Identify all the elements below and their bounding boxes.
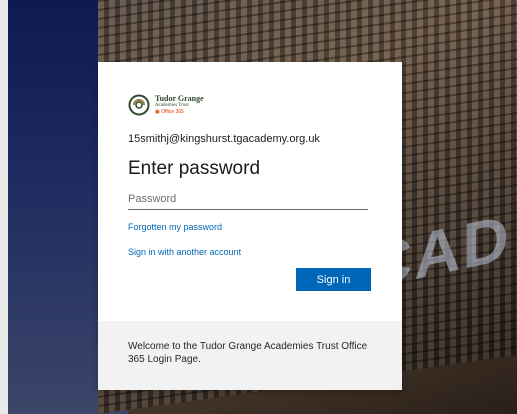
- logo-product-label: Office 365: [161, 108, 184, 115]
- page-title: Enter password: [128, 158, 261, 179]
- organization-logo: Tudor Grange Academies Trust ▣ Office 36…: [128, 92, 228, 118]
- login-card: Tudor Grange Academies Trust ▣ Office 36…: [98, 62, 402, 390]
- footer-panel: Welcome to the Tudor Grange Academies Tr…: [98, 321, 402, 390]
- sign-in-button[interactable]: Sign in: [296, 268, 371, 291]
- password-input[interactable]: [128, 189, 368, 210]
- account-email: 15smithj@kingshurst.tgacademy.org.uk: [128, 133, 320, 145]
- logo-text: Tudor Grange Academies Trust ▣ Office 36…: [155, 93, 204, 116]
- window-edge: [0, 0, 8, 414]
- logo-name: Tudor Grange: [155, 93, 204, 103]
- logo-product: ▣ Office 365: [155, 109, 204, 116]
- tudor-grange-logo-icon: [128, 94, 150, 116]
- footer-welcome-text: Welcome to the Tudor Grange Academies Tr…: [128, 341, 368, 365]
- office-icon: ▣: [155, 108, 160, 115]
- sign-in-another-account-link[interactable]: Sign in with another account: [128, 247, 241, 257]
- logo-subtitle: Academies Trust: [155, 102, 189, 108]
- forgot-password-link[interactable]: Forgotten my password: [128, 222, 222, 232]
